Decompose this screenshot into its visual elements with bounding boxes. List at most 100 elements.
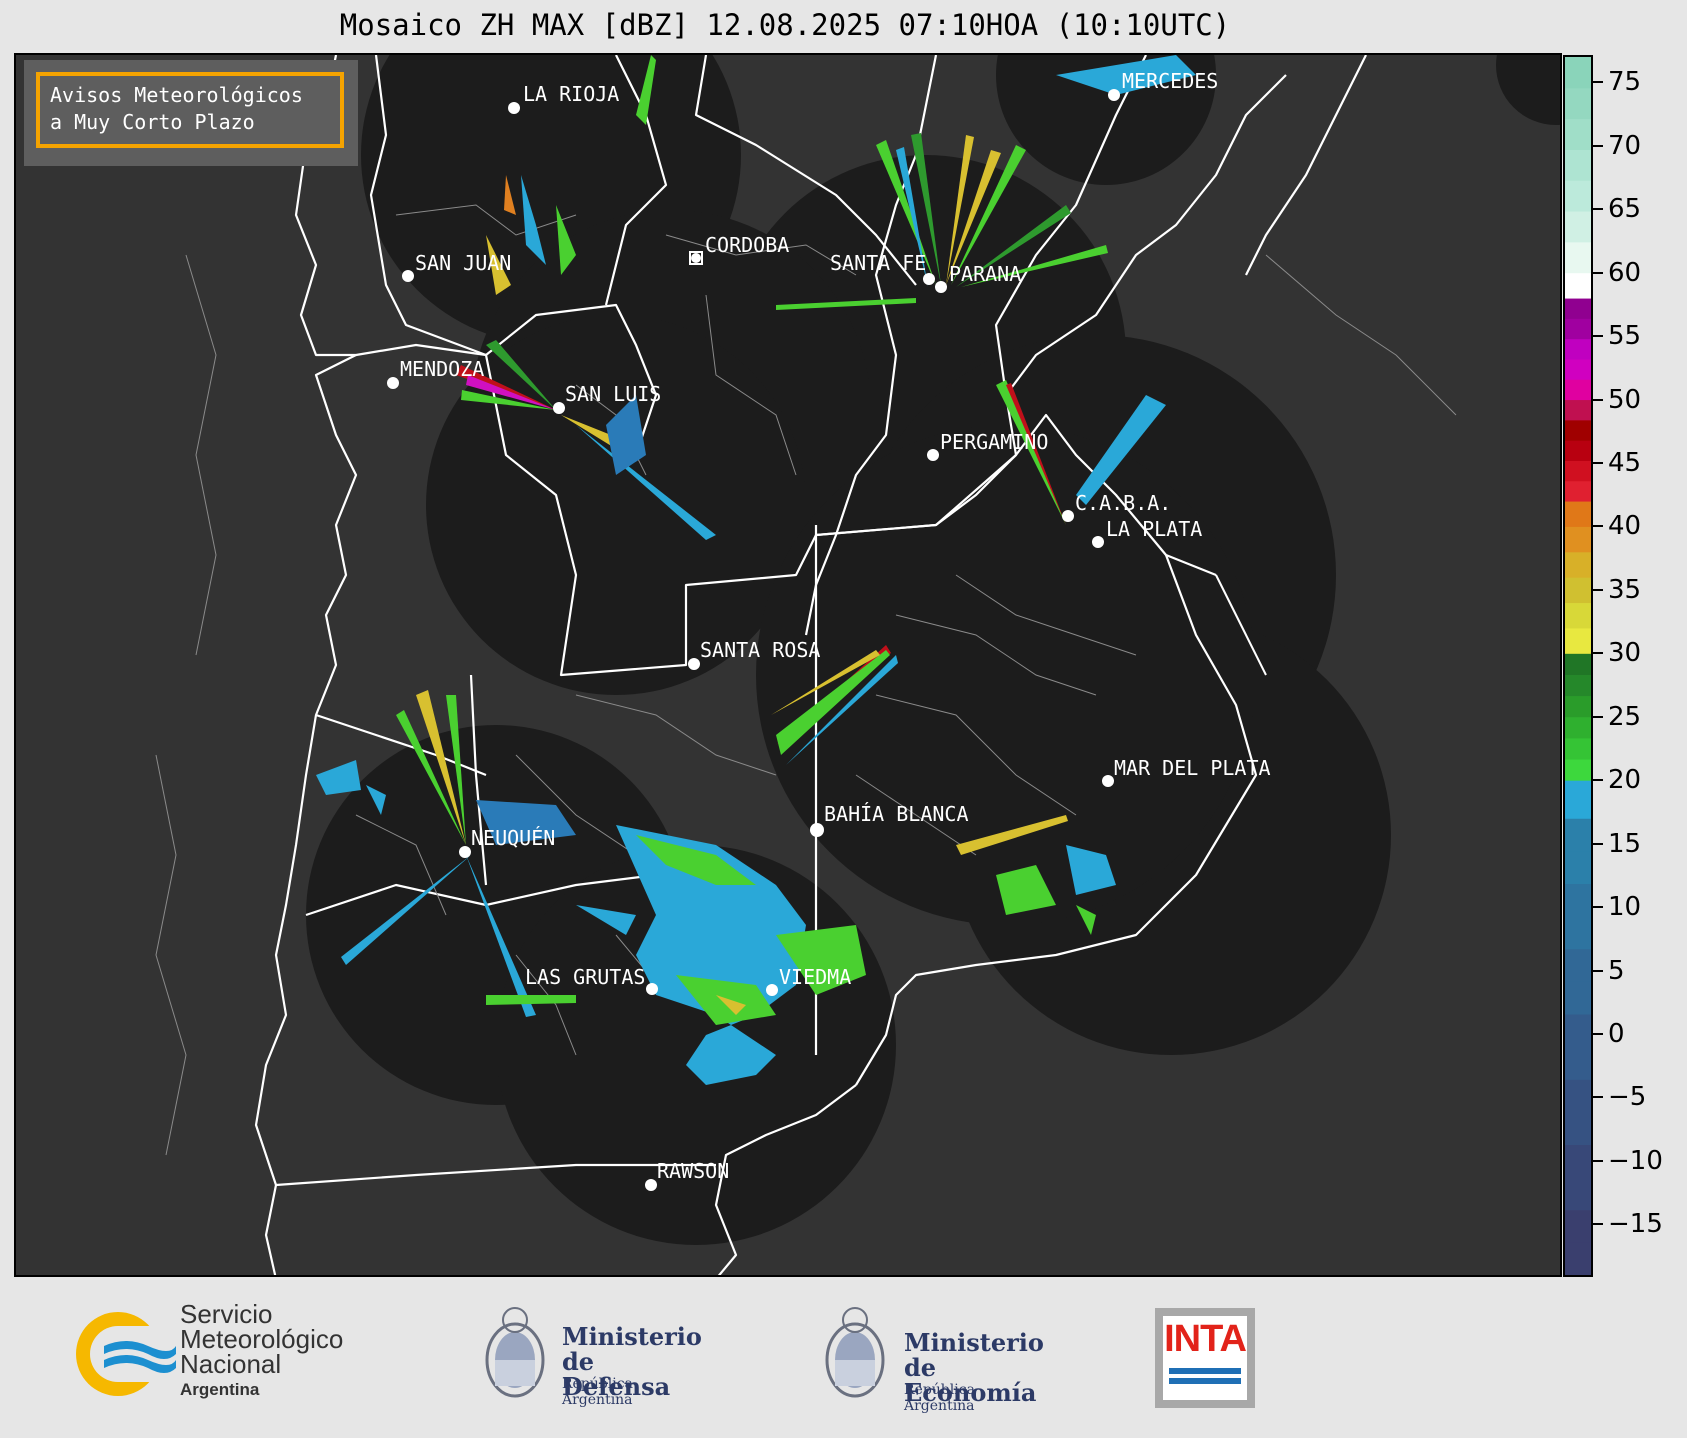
- city-label-rawson: RAWSON: [657, 1159, 730, 1183]
- city-marker: [402, 270, 414, 282]
- dbz-colorbar: [1563, 55, 1593, 1277]
- city-marker: [645, 1179, 657, 1191]
- city-label-neuquen: NEUQUÉN: [471, 826, 556, 850]
- colorbar-band: [1565, 780, 1591, 819]
- colorbar-band: [1565, 118, 1591, 150]
- colorbar-band: [1565, 1111, 1591, 1145]
- colorbar-tick: [1593, 1159, 1603, 1162]
- colorbar-band: [1565, 149, 1591, 181]
- map-title: Mosaico ZH MAX [dBZ] 12.08.2025 07:10HOA…: [339, 8, 1231, 42]
- colorbar-tick-label: 45: [1608, 448, 1642, 478]
- colorbar-tick-label: 20: [1608, 765, 1642, 796]
- colorbar-band: [1565, 737, 1591, 760]
- colorbar-tick-label: 5: [1608, 955, 1625, 986]
- city-marker: [810, 823, 824, 837]
- colorbar-tick-label: −15: [1608, 1209, 1663, 1240]
- colorbar-band: [1565, 653, 1591, 675]
- colorbar-tick: [1593, 715, 1603, 718]
- city-label-la-rioja: LA RIOJA: [523, 82, 620, 106]
- radar-map: Avisos Meteorológicos a Muy Corto Plazo …: [14, 53, 1562, 1277]
- city-label-bahia-blanca: BAHÍA BLANCA: [824, 802, 969, 826]
- colorbar-tick: [1593, 335, 1603, 338]
- colorbar-tick: [1593, 969, 1603, 972]
- colorbar-tick-label: −5: [1608, 1082, 1647, 1113]
- colorbar-band: [1565, 818, 1591, 852]
- economia-logo: Ministerio de Economía República Argenti…: [818, 1298, 1044, 1420]
- city-label-mendoza: MENDOZA: [400, 357, 485, 381]
- colorbar-band: [1565, 627, 1591, 654]
- city-marker: [1102, 775, 1114, 787]
- city-label-san-luis: SAN LUIS: [565, 382, 662, 406]
- colorbar-band: [1565, 759, 1591, 781]
- city-label-mercedes: MERCEDES: [1122, 69, 1219, 93]
- colorbar-band: [1565, 850, 1591, 884]
- colorbar-band: [1565, 57, 1591, 89]
- city-marker: [691, 253, 701, 263]
- colorbar-tick-label: 50: [1608, 384, 1642, 415]
- colorbar-tick: [1593, 842, 1603, 845]
- city-label-caba: C.A.B.A.: [1075, 491, 1172, 515]
- city-marker: [927, 449, 939, 461]
- colorbar-band: [1565, 948, 1591, 982]
- colorbar-band: [1565, 1177, 1591, 1211]
- city-marker: [459, 846, 471, 858]
- defensa-line-3: República Argentina: [562, 1376, 633, 1408]
- radar-coverage-buenos-aires: [756, 425, 1256, 925]
- city-marker: [1092, 536, 1104, 548]
- city-marker: [508, 102, 520, 114]
- inta-logo: INTA: [1155, 1308, 1255, 1408]
- colorbar-band: [1565, 440, 1591, 461]
- smn-line-3: Nacional: [180, 1349, 282, 1379]
- argentina-coat-of-arms-icon: [485, 1307, 545, 1398]
- colorbar-band: [1565, 577, 1591, 604]
- notice-line-2: a Muy Corto Plazo: [50, 110, 255, 134]
- colorbar-band: [1565, 241, 1591, 274]
- footer-logos: Servicio Meteorológico Nacional Argentin…: [0, 1280, 1687, 1438]
- city-marker: [1108, 89, 1120, 101]
- notice-frame: Avisos Meteorológicos a Muy Corto Plazo: [36, 72, 344, 148]
- colorbar-band: [1565, 526, 1591, 553]
- city-marker: [1062, 510, 1074, 522]
- colorbar-band: [1565, 318, 1591, 340]
- colorbar-tick: [1593, 652, 1603, 655]
- colorbar-band: [1565, 916, 1591, 950]
- colorbar-tick: [1593, 144, 1603, 147]
- city-marker: [387, 377, 399, 389]
- city-label-cordoba: CORDOBA: [705, 233, 790, 257]
- colorbar-tick-label: 40: [1608, 511, 1642, 542]
- colorbar-band: [1565, 981, 1591, 1015]
- smn-logo-icon: [76, 1312, 178, 1396]
- city-marker: [766, 984, 778, 996]
- colorbar-tick-label: 70: [1608, 130, 1642, 161]
- colorbar-band: [1565, 419, 1591, 441]
- smn-logo: Servicio Meteorológico Nacional Argentin…: [66, 1301, 343, 1410]
- colorbar-tick-label: 55: [1608, 321, 1642, 352]
- city-label-viedma: VIEDMA: [779, 965, 852, 989]
- colorbar-band: [1565, 501, 1591, 527]
- colorbar-tick: [1593, 271, 1603, 274]
- city-label-la-plata: LA PLATA: [1106, 517, 1203, 541]
- argentina-coat-of-arms-icon: [825, 1307, 885, 1398]
- colorbar-tick: [1593, 462, 1603, 464]
- defensa-logo: Ministerio de Defensa República Argentin…: [478, 1298, 702, 1420]
- colorbar-tick-label: 30: [1608, 638, 1642, 669]
- colorbar-band: [1565, 379, 1591, 401]
- colorbar-band: [1565, 87, 1591, 120]
- colorbar-tick-label: 35: [1608, 574, 1642, 605]
- colorbar-tick: [1593, 1223, 1603, 1226]
- colorbar-band: [1565, 695, 1591, 718]
- city-marker: [553, 402, 565, 414]
- colorbar-band: [1565, 480, 1591, 502]
- colorbar-tick: [1593, 1096, 1603, 1099]
- colorbar-band: [1565, 1209, 1591, 1243]
- city-label-las-grutas: LAS GRUTAS: [525, 965, 646, 989]
- colorbar-band: [1565, 399, 1591, 421]
- colorbar-tick-label: 65: [1608, 194, 1642, 225]
- colorbar-tick-label: 60: [1608, 257, 1642, 288]
- colorbar-band: [1565, 272, 1591, 299]
- notice-line-1: Avisos Meteorológicos: [50, 83, 303, 107]
- colorbar-band: [1565, 298, 1591, 319]
- colorbar-tick: [1593, 525, 1603, 528]
- colorbar-band: [1565, 551, 1591, 578]
- colorbar-band: [1565, 358, 1591, 380]
